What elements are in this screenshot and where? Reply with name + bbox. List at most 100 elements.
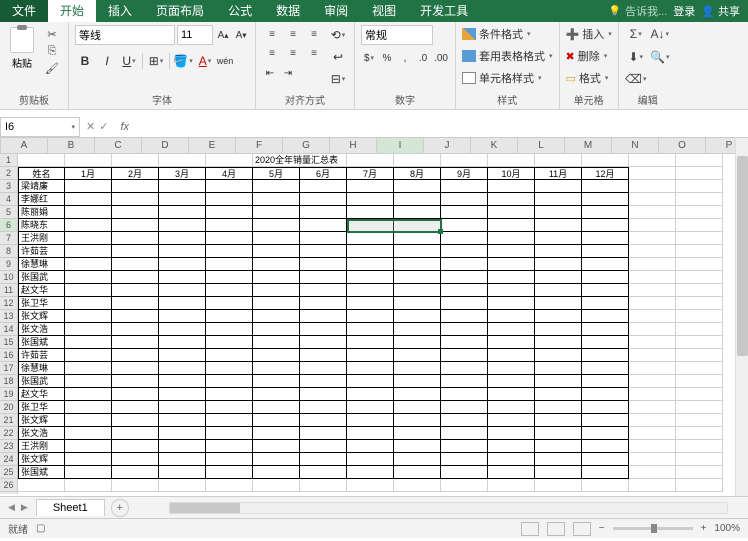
cell[interactable]	[300, 310, 347, 323]
zoom-out-button[interactable]: −	[599, 523, 605, 534]
col-header[interactable]: A	[1, 138, 48, 153]
tab-dev[interactable]: 开发工具	[408, 0, 480, 22]
cancel-formula-button[interactable]: ✕	[86, 120, 95, 133]
cell[interactable]	[347, 180, 394, 193]
name-box[interactable]: I6▾	[0, 117, 80, 137]
zoom-slider[interactable]	[613, 527, 693, 530]
border-button[interactable]: ⊞▾	[146, 51, 166, 71]
cell[interactable]	[676, 375, 723, 388]
cell[interactable]	[112, 401, 159, 414]
cell[interactable]	[535, 388, 582, 401]
cell[interactable]	[347, 427, 394, 440]
cell[interactable]	[441, 206, 488, 219]
cell[interactable]	[159, 466, 206, 479]
cell[interactable]	[112, 154, 159, 167]
cell[interactable]: 1月	[65, 167, 112, 180]
cell[interactable]	[347, 154, 394, 167]
cell[interactable]	[18, 479, 65, 492]
shrink-font-button[interactable]: A▾	[233, 26, 249, 44]
cell[interactable]	[629, 440, 676, 453]
cell[interactable]: 8月	[394, 167, 441, 180]
cell[interactable]	[112, 245, 159, 258]
cell[interactable]	[253, 284, 300, 297]
cell[interactable]	[253, 258, 300, 271]
cell[interactable]	[206, 453, 253, 466]
cell[interactable]	[535, 466, 582, 479]
cell[interactable]	[206, 427, 253, 440]
cell[interactable]	[676, 349, 723, 362]
cell[interactable]	[488, 388, 535, 401]
cell[interactable]: 张国武	[18, 375, 65, 388]
cell[interactable]	[253, 479, 300, 492]
cell[interactable]	[488, 427, 535, 440]
cell[interactable]: 徐慧琳	[18, 258, 65, 271]
cell[interactable]	[394, 336, 441, 349]
cell[interactable]	[535, 232, 582, 245]
cell[interactable]	[488, 466, 535, 479]
cell[interactable]	[206, 466, 253, 479]
cell[interactable]	[112, 349, 159, 362]
cell[interactable]	[347, 453, 394, 466]
cell[interactable]	[629, 297, 676, 310]
cell[interactable]	[394, 154, 441, 167]
cell[interactable]	[300, 362, 347, 375]
tab-nav-next[interactable]: ▶	[21, 502, 28, 513]
cell[interactable]	[112, 310, 159, 323]
cell[interactable]	[441, 401, 488, 414]
cell[interactable]	[488, 375, 535, 388]
cell[interactable]	[535, 297, 582, 310]
increase-decimal-button[interactable]: .0	[415, 49, 431, 67]
cell[interactable]	[629, 258, 676, 271]
cell[interactable]	[206, 284, 253, 297]
cell[interactable]	[676, 206, 723, 219]
cell[interactable]	[629, 453, 676, 466]
cell[interactable]	[582, 245, 629, 258]
cell[interactable]	[629, 284, 676, 297]
cell[interactable]	[488, 154, 535, 167]
cell[interactable]	[629, 219, 676, 232]
cell[interactable]	[394, 232, 441, 245]
row-header[interactable]: 5	[0, 206, 17, 219]
page-layout-view-button[interactable]	[547, 522, 565, 536]
col-header[interactable]: F	[236, 138, 283, 153]
cell[interactable]	[535, 401, 582, 414]
cell[interactable]	[676, 219, 723, 232]
horizontal-scrollbar[interactable]	[169, 502, 728, 514]
cell[interactable]	[65, 193, 112, 206]
cell[interactable]	[535, 427, 582, 440]
cell[interactable]	[112, 479, 159, 492]
cell[interactable]	[65, 323, 112, 336]
cell[interactable]	[441, 297, 488, 310]
cell[interactable]	[676, 232, 723, 245]
col-header[interactable]: J	[424, 138, 471, 153]
cell[interactable]	[488, 362, 535, 375]
cell[interactable]	[253, 206, 300, 219]
page-break-view-button[interactable]	[573, 522, 591, 536]
cell[interactable]: 张文浩	[18, 323, 65, 336]
cell[interactable]	[535, 336, 582, 349]
row-header[interactable]: 25	[0, 466, 17, 479]
cell[interactable]	[206, 375, 253, 388]
cell[interactable]	[629, 375, 676, 388]
cell[interactable]	[582, 310, 629, 323]
cell[interactable]	[300, 414, 347, 427]
cell[interactable]	[65, 440, 112, 453]
cell[interactable]	[535, 349, 582, 362]
row-header[interactable]: 10	[0, 271, 17, 284]
cell[interactable]	[676, 440, 723, 453]
cell[interactable]	[441, 427, 488, 440]
col-header[interactable]: O	[659, 138, 706, 153]
cell[interactable]	[582, 388, 629, 401]
cell[interactable]	[394, 453, 441, 466]
cell[interactable]	[300, 271, 347, 284]
cell[interactable]	[676, 362, 723, 375]
cell[interactable]	[253, 219, 300, 232]
cell[interactable]	[112, 336, 159, 349]
cell[interactable]	[300, 440, 347, 453]
cell[interactable]	[629, 349, 676, 362]
cell[interactable]	[582, 206, 629, 219]
cell[interactable]	[112, 323, 159, 336]
grow-font-button[interactable]: A▴	[215, 26, 231, 44]
col-header[interactable]: N	[612, 138, 659, 153]
zoom-thumb[interactable]	[651, 524, 657, 533]
